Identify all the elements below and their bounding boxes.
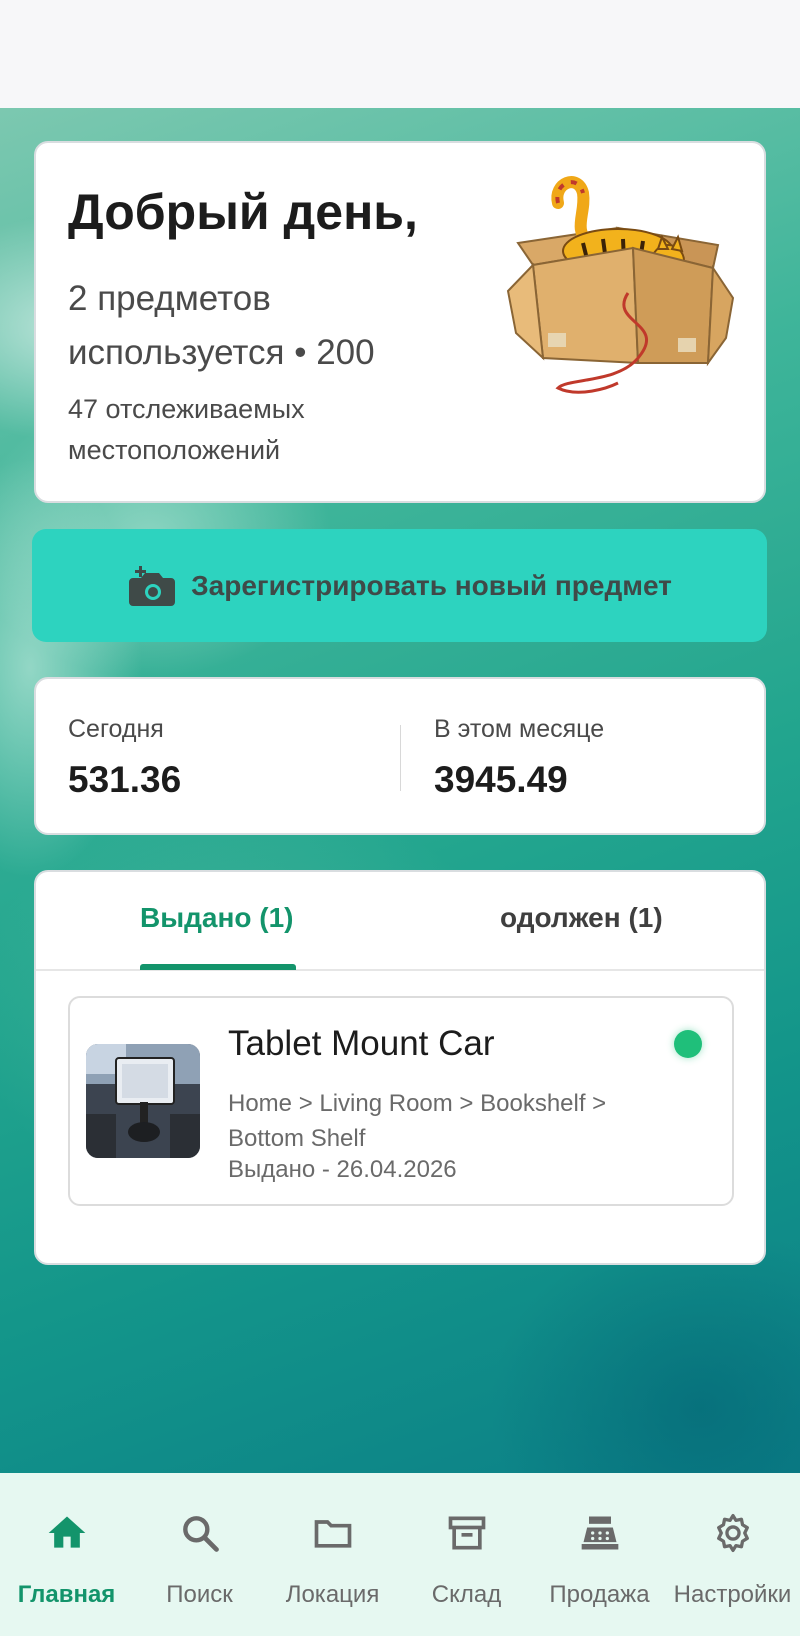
items-in-use-line: используется • 200: [68, 333, 375, 372]
folder-icon: [314, 1520, 351, 1548]
home-icon: [48, 1516, 85, 1548]
list-item[interactable]: Tablet Mount Car Home > Living Room > Bo…: [68, 996, 734, 1206]
active-tab-indicator: [140, 964, 296, 970]
greeting-title: Добрый день,: [68, 184, 418, 240]
month-value: 3945.49: [434, 759, 568, 800]
tab-lent-out[interactable]: Выдано (1): [140, 902, 294, 934]
nav-label: Поиск: [166, 1581, 233, 1608]
nav-item-settings[interactable]: Настройки: [666, 1473, 799, 1636]
status-bar-area: [0, 0, 800, 108]
nav-item-search[interactable]: Поиск: [133, 1473, 266, 1636]
item-title: Tablet Mount Car: [228, 1024, 495, 1063]
bottom-navigation: Главная Поиск Локация Склад Продажа Наст…: [0, 1473, 800, 1636]
nav-label: Главная: [17, 1581, 116, 1608]
today-value: 531.36: [68, 759, 182, 800]
items-count-line: 2 предметов: [68, 279, 271, 318]
status-indicator-dot: [674, 1030, 702, 1058]
register-new-item-button[interactable]: Зарегистрировать новый предмет: [32, 529, 767, 642]
nav-item-location[interactable]: Локация: [266, 1473, 399, 1636]
stats-card: Сегодня 531.36 В этом месяце 3945.49: [34, 677, 766, 835]
item-thumbnail: [86, 1044, 200, 1158]
tab-borrowed[interactable]: одолжен (1): [500, 902, 663, 934]
today-label: Сегодня: [68, 715, 164, 743]
add-camera-icon: [129, 565, 176, 606]
nav-label: Склад: [431, 1581, 502, 1608]
greeting-card: Добрый день, 2 предметов используется • …: [34, 141, 766, 503]
lending-tabs-card: Выдано (1) одолжен (1) Tablet Mount Car …: [34, 870, 766, 1265]
nav-item-sales[interactable]: Продажа: [533, 1473, 666, 1636]
month-label: В этом месяце: [434, 715, 605, 743]
register-button-label: Зарегистрировать новый предмет: [191, 569, 672, 601]
nav-label: Продажа: [549, 1581, 650, 1608]
nav-label: Локация: [285, 1581, 380, 1608]
item-status: Выдано - 26.04.2026: [228, 1156, 457, 1183]
stats-divider: [400, 725, 401, 791]
item-location-path: Home > Living Room > Bookshelf > Bottom …: [228, 1090, 607, 1152]
nav-label: Настройки: [673, 1581, 792, 1608]
nav-item-home[interactable]: Главная: [0, 1473, 133, 1636]
search-icon: [182, 1516, 219, 1552]
cash-register-icon: [581, 1516, 618, 1550]
gear-icon: [716, 1513, 749, 1553]
nav-item-warehouse[interactable]: Склад: [400, 1473, 533, 1636]
archive-box-icon: [448, 1516, 485, 1550]
tracked-locations-text: 47 отслеживаемых местоположений: [68, 394, 305, 465]
cat-in-box-illustration: [506, 176, 735, 394]
